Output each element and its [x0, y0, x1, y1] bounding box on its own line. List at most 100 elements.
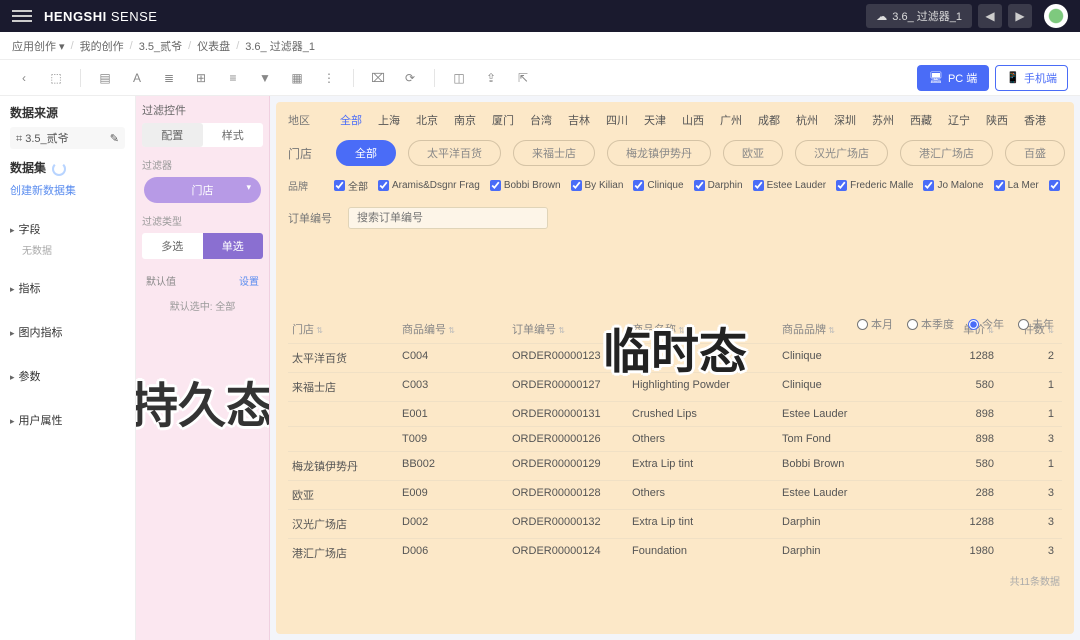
- col-header[interactable]: 门店: [292, 321, 402, 337]
- region-item[interactable]: 天津: [644, 112, 666, 128]
- order-label: 订单编号: [288, 210, 332, 226]
- region-item[interactable]: 厦门: [492, 112, 514, 128]
- time-radio[interactable]: 今年: [968, 316, 1004, 332]
- table-row[interactable]: T009ORDER00000126OthersTom Fond8983: [288, 426, 1062, 451]
- back-icon[interactable]: ‹: [12, 66, 36, 90]
- screen-icon[interactable]: ⌧: [366, 66, 390, 90]
- region-item[interactable]: 全部: [340, 112, 362, 128]
- table-row[interactable]: 港汇广场店D006ORDER00000124FoundationDarphin1…: [288, 538, 1062, 567]
- region-item[interactable]: 南京: [454, 112, 476, 128]
- store-pill[interactable]: 太平洋百货: [408, 140, 501, 166]
- source-title: 数据来源: [10, 104, 125, 121]
- store-pill[interactable]: 汉光广场店: [795, 140, 888, 166]
- brand-check[interactable]: Aramis&Dsgnr Frag: [378, 180, 480, 191]
- store-pill[interactable]: 全部: [336, 140, 396, 166]
- region-item[interactable]: 陕西: [986, 112, 1008, 128]
- table-icon[interactable]: ▦: [285, 66, 309, 90]
- store-pill[interactable]: 百盛: [1005, 140, 1065, 166]
- brand-check[interactable]: Estee Lauder: [753, 180, 827, 191]
- store-pill[interactable]: 来福士店: [513, 140, 595, 166]
- table-row[interactable]: 太平洋百货C004ORDER00000123TintClinique12882: [288, 343, 1062, 372]
- filter-icon[interactable]: ▼: [253, 66, 277, 90]
- layers-icon[interactable]: ≡: [221, 66, 245, 90]
- pointer-icon[interactable]: ⬚: [44, 66, 68, 90]
- more-icon[interactable]: ⋮: [317, 66, 341, 90]
- table-row[interactable]: 汉光广场店D002ORDER00000132Extra Lip tintDarp…: [288, 509, 1062, 538]
- cell: T009: [402, 433, 512, 445]
- source-item[interactable]: ⌗ 3.5_贰爷✎: [10, 127, 125, 149]
- new-dataset-link[interactable]: 创建新数据集: [10, 182, 125, 198]
- crumb[interactable]: 3.5_贰爷: [139, 38, 182, 54]
- brand-check[interactable]: La Mer: [994, 180, 1039, 191]
- opt-multi[interactable]: 多选: [142, 233, 203, 259]
- field-acc[interactable]: 字段: [10, 216, 125, 242]
- crumb: 3.6_ 过滤器_1: [245, 38, 315, 54]
- crop-icon[interactable]: ◫: [447, 66, 471, 90]
- refresh-icon[interactable]: ⟳: [398, 66, 422, 90]
- acc-param[interactable]: 参数: [10, 363, 125, 389]
- edit-icon[interactable]: ✎: [110, 132, 119, 145]
- store-pill[interactable]: 欧亚: [723, 140, 783, 166]
- region-item[interactable]: 四川: [606, 112, 628, 128]
- col-header[interactable]: 商品名称: [632, 321, 782, 337]
- col-header[interactable]: 订单编号: [512, 321, 632, 337]
- region-item[interactable]: 杭州: [796, 112, 818, 128]
- share-icon[interactable]: ⇪: [479, 66, 503, 90]
- brand-check[interactable]: 全部: [334, 178, 368, 193]
- crumb[interactable]: 我的创作: [80, 38, 124, 54]
- table-row[interactable]: 欧亚E009ORDER00000128OthersEstee Lauder288…: [288, 480, 1062, 509]
- default-set-link[interactable]: 设置: [239, 273, 259, 288]
- store-pill[interactable]: 梅龙镇伊势丹: [607, 140, 711, 166]
- region-item[interactable]: 西藏: [910, 112, 932, 128]
- brand-check[interactable]: By Kilian: [571, 180, 624, 191]
- region-item[interactable]: 山西: [682, 112, 704, 128]
- avatar[interactable]: [1044, 4, 1068, 28]
- store-pill[interactable]: 港汇广场店: [900, 140, 993, 166]
- tab-config[interactable]: 配置: [142, 123, 203, 147]
- region-item[interactable]: 北京: [416, 112, 438, 128]
- mobile-button[interactable]: 📱 手机端: [995, 65, 1068, 91]
- crumb[interactable]: 仪表盘: [197, 38, 230, 54]
- brand-check[interactable]: MAC: [1049, 180, 1062, 191]
- brand-check[interactable]: Bobbi Brown: [490, 180, 561, 191]
- menu-icon[interactable]: [12, 6, 32, 26]
- order-search-input[interactable]: [348, 207, 548, 229]
- list-icon[interactable]: ≣: [157, 66, 181, 90]
- acc-userattr[interactable]: 用户属性: [10, 407, 125, 433]
- time-radio[interactable]: 本季度: [907, 316, 954, 332]
- brand-check[interactable]: Darphin: [694, 180, 743, 191]
- region-item[interactable]: 苏州: [872, 112, 894, 128]
- opt-single[interactable]: 单选: [203, 233, 264, 259]
- region-item[interactable]: 广州: [720, 112, 742, 128]
- brand-check[interactable]: Clinique: [633, 180, 683, 191]
- acc-inchart[interactable]: 图内指标: [10, 319, 125, 345]
- region-item[interactable]: 吉林: [568, 112, 590, 128]
- export-icon[interactable]: ⇱: [511, 66, 535, 90]
- nav-next-icon[interactable]: ▶: [1008, 4, 1032, 28]
- filter-select[interactable]: 门店: [144, 177, 261, 203]
- table-row[interactable]: 来福士店C003ORDER00000127Highlighting Powder…: [288, 372, 1062, 401]
- table-row[interactable]: E001ORDER00000131Crushed LipsEstee Laude…: [288, 401, 1062, 426]
- pc-button[interactable]: 🖥 PC 端: [917, 65, 989, 91]
- region-item[interactable]: 上海: [378, 112, 400, 128]
- cell: ORDER00000127: [512, 379, 632, 395]
- crumb[interactable]: 应用创作 ▾: [12, 38, 65, 54]
- image-icon[interactable]: ▤: [93, 66, 117, 90]
- acc-metric[interactable]: 指标: [10, 275, 125, 301]
- cloud-chip[interactable]: ☁ 3.6_ 过滤器_1: [866, 4, 972, 28]
- grid-icon[interactable]: ⊞: [189, 66, 213, 90]
- tab-style[interactable]: 样式: [203, 123, 264, 147]
- region-item[interactable]: 香港: [1024, 112, 1046, 128]
- brand-check[interactable]: Frederic Malle: [836, 180, 913, 191]
- region-item[interactable]: 辽宁: [948, 112, 970, 128]
- table-row[interactable]: 梅龙镇伊势丹BB002ORDER00000129Extra Lip tintBo…: [288, 451, 1062, 480]
- region-item[interactable]: 台湾: [530, 112, 552, 128]
- region-item[interactable]: 深圳: [834, 112, 856, 128]
- nav-prev-icon[interactable]: ◀: [978, 4, 1002, 28]
- text-icon[interactable]: A: [125, 66, 149, 90]
- col-header[interactable]: 商品编号: [402, 321, 512, 337]
- time-radio[interactable]: 本月: [857, 316, 893, 332]
- time-radio[interactable]: 去年: [1018, 316, 1054, 332]
- brand-check[interactable]: Jo Malone: [923, 180, 983, 191]
- region-item[interactable]: 成都: [758, 112, 780, 128]
